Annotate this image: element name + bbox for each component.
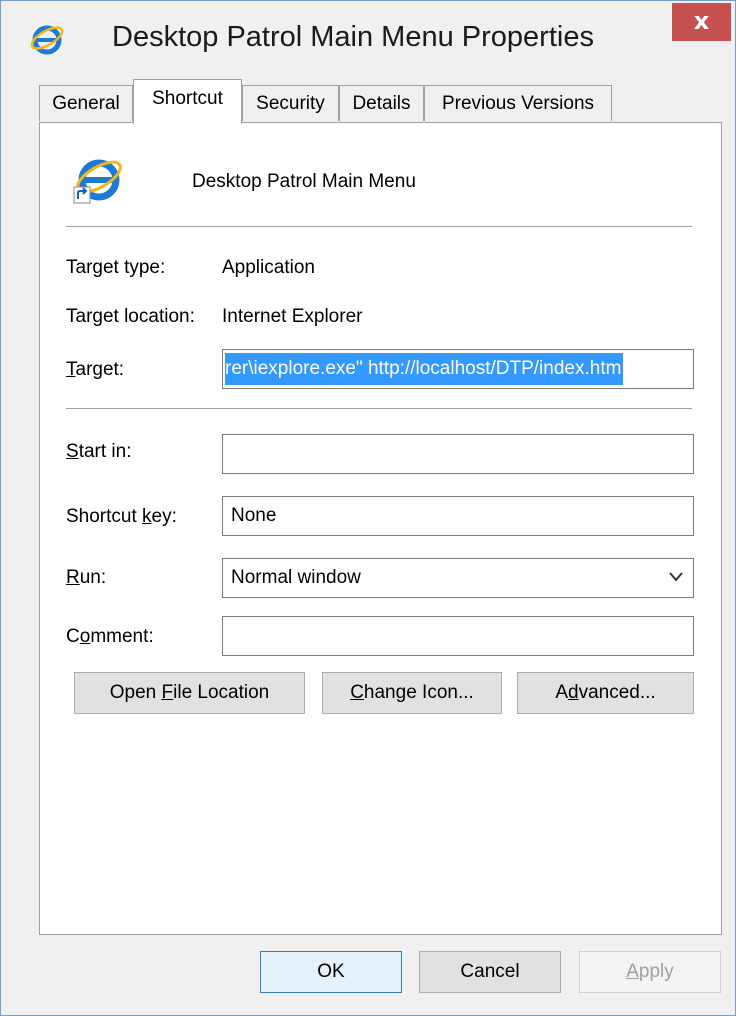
open-file-location-mnemonic: F [161,682,174,703]
run-label-text: un: [79,567,107,588]
apply-text: pply [638,961,674,982]
target-label-text: arget: [75,359,125,380]
open-file-location-text-end: ile Location [173,682,270,703]
comment-label-text: C [66,626,80,647]
cancel-button[interactable]: Cancel [419,951,561,993]
comment-field[interactable] [222,616,694,656]
target-type-label: Target type: [66,257,166,278]
tab-previous-versions[interactable]: Previous Versions [424,85,612,121]
change-icon-text: hange Icon... [363,682,474,703]
run-mnemonic: R [66,567,80,588]
comment-label: Comment: [66,626,154,648]
target-label-mnemonic: T [66,359,76,380]
close-button[interactable]: x [672,3,731,41]
run-label: Run: [66,567,106,589]
start-in-mnemonic: S [66,441,79,462]
shortcut-tab-panel: Desktop Patrol Main Menu Target type: Ap… [39,122,722,935]
run-select[interactable]: Normal window [222,558,694,598]
advanced-button[interactable]: Advanced... [517,672,694,714]
advanced-text-end: vanced... [578,682,656,703]
change-icon-mnemonic: C [350,682,364,703]
title-bar[interactable]: Desktop Patrol Main Menu Properties x [1,1,735,79]
start-in-label: Start in: [66,441,132,463]
shortcut-key-label: Shortcut key: [66,506,177,528]
window-title: Desktop Patrol Main Menu Properties [112,21,594,53]
change-icon-button[interactable]: Change Icon... [322,672,502,714]
target-field-selection: rer\iexplore.exe" http://localhost/DTP/i… [225,353,624,385]
open-file-location-button[interactable]: Open File Location [74,672,305,714]
run-select-value: Normal window [231,567,361,588]
comment-mnemonic: o [79,626,91,647]
advanced-mnemonic: d [568,682,579,703]
shortcut-name: Desktop Patrol Main Menu [192,171,416,192]
chevron-down-icon [669,572,683,582]
start-in-field[interactable] [222,434,694,474]
target-type-value: Application [222,257,315,278]
shortcut-key-label-text-end: ey: [151,506,177,527]
shortcut-key-field[interactable]: None [222,496,694,536]
start-in-label-text: tart in: [78,441,132,462]
shortcut-key-mnemonic: k [142,506,152,527]
separator [66,226,692,227]
ok-button[interactable]: OK [260,951,402,993]
target-location-value: Internet Explorer [222,306,363,327]
target-field[interactable]: rer\iexplore.exe" http://localhost/DTP/i… [222,349,694,389]
comment-label-text-end: mment: [90,626,154,647]
apply-button[interactable]: Apply [579,951,721,993]
target-location-label: Target location: [66,306,195,327]
tab-shortcut[interactable]: Shortcut [133,79,242,124]
tab-general[interactable]: General [39,85,133,121]
shortcut-key-label-text: Shortcut [66,506,143,527]
advanced-text: A [555,682,568,703]
properties-dialog: Desktop Patrol Main Menu Properties x Ge… [0,0,736,1016]
tab-security[interactable]: Security [242,85,339,121]
internet-explorer-shortcut-icon [73,159,122,204]
separator [66,408,692,409]
apply-mnemonic: A [626,961,639,982]
target-label: Target: [66,359,124,381]
tab-details[interactable]: Details [339,85,424,121]
open-file-location-text: Open [109,682,162,703]
